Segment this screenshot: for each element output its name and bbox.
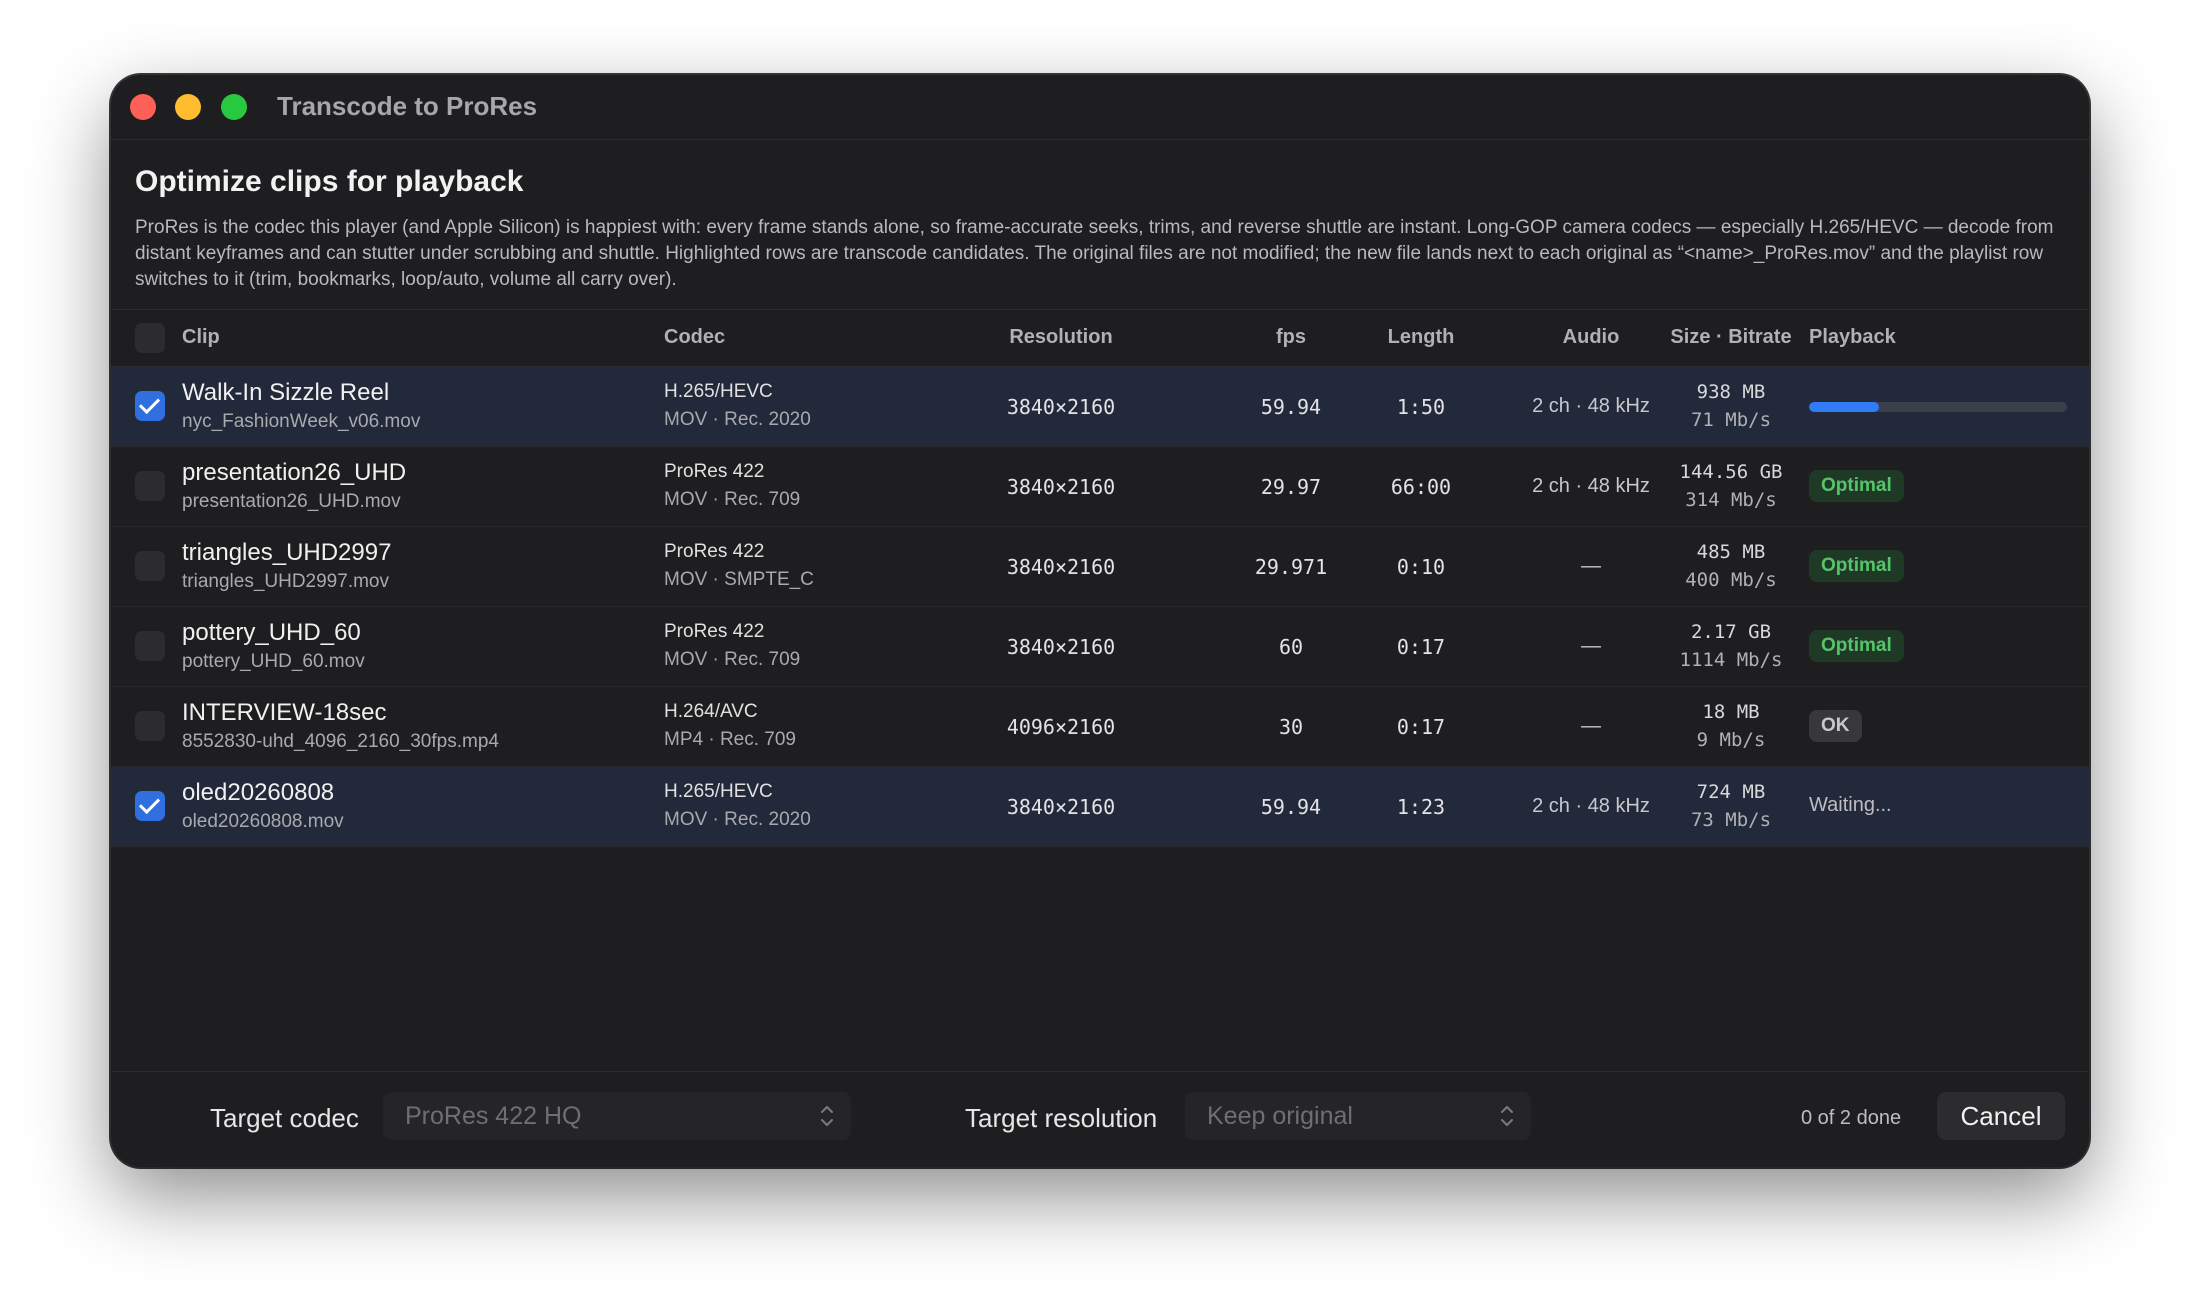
container-colorspace: MOV · Rec. 709 xyxy=(664,649,801,670)
clip-filename: oled20260808.mov xyxy=(182,811,344,832)
bitrate: 71 Mb/s xyxy=(1690,409,1772,431)
page-title: Optimize clips for playback xyxy=(135,165,524,198)
container-colorspace: MOV · Rec. 2020 xyxy=(664,409,811,430)
target-resolution-select[interactable]: Keep original xyxy=(1185,1092,1531,1140)
row-checkbox[interactable] xyxy=(135,711,165,741)
clip-name: Walk-In Sizzle Reel xyxy=(182,379,390,406)
dialog-header: Optimize clips for playback ProRes is th… xyxy=(135,165,2065,293)
resolution-value: 3840×2160 xyxy=(1006,635,1116,659)
column-header-codec[interactable]: Codec xyxy=(664,326,725,349)
optimal-badge: Optimal xyxy=(1809,470,1904,502)
table-row[interactable]: pottery_UHD_60 pottery_UHD_60.mov ProRes 4… xyxy=(111,607,2089,687)
column-header-resolution[interactable]: Resolution xyxy=(971,326,1151,349)
table-row[interactable]: Walk-In Sizzle Reel nyc_FashionWeek_v06.m… xyxy=(111,367,2089,447)
bitrate: 73 Mb/s xyxy=(1690,809,1772,831)
resolution-value: 3840×2160 xyxy=(1006,395,1116,419)
resolution-value: 3840×2160 xyxy=(1006,795,1116,819)
transcode-progress-bar xyxy=(1809,402,2067,412)
column-header-playback[interactable]: Playback xyxy=(1809,326,1896,349)
file-size: 2.17 GB xyxy=(1690,621,1772,643)
progress-status-text: 0 of 2 done xyxy=(1801,1107,1902,1129)
title-bar: Transcode to ProRes xyxy=(111,75,2089,140)
clip-name: oled20260808 xyxy=(182,779,335,806)
codec-name: ProRes 422 xyxy=(664,621,765,642)
table-body: Walk-In Sizzle Reel nyc_FashionWeek_v06.m… xyxy=(111,367,2089,847)
chevron-up-down-icon xyxy=(821,1106,833,1126)
clip-filename: pottery_UHD_60.mov xyxy=(182,651,365,672)
description-text: ProRes is the codec this player (and App… xyxy=(135,217,2054,290)
clip-table: Clip Codec Resolution fps Length Audio S… xyxy=(111,309,2089,847)
clip-filename: triangles_UHD2997.mov xyxy=(182,571,389,592)
optimal-badge: Optimal xyxy=(1809,550,1904,582)
codec-name: H.265/HEVC xyxy=(664,381,773,402)
table-row[interactable]: INTERVIEW-18sec 8552830-uhd_4096_2160_30f… xyxy=(111,687,2089,767)
codec-name: H.264/AVC xyxy=(664,701,758,722)
column-header-size-bitrate[interactable]: Size · Bitrate xyxy=(1631,326,1831,349)
row-checkbox[interactable] xyxy=(135,471,165,501)
row-checkbox[interactable] xyxy=(135,391,165,421)
table-row[interactable]: triangles_UHD2997 triangles_UHD2997.mov Pr… xyxy=(111,527,2089,607)
clip-filename: presentation26_UHD.mov xyxy=(182,491,401,512)
codec-name: H.265/HEVC xyxy=(664,781,773,802)
table-row[interactable]: presentation26_UHD presentation26_UHD.mov… xyxy=(111,447,2089,527)
footer-bar: Target codec ProRes 422 HQ Target resolu… xyxy=(111,1071,2089,1167)
column-header-clip[interactable]: Clip xyxy=(182,326,220,349)
bitrate: 1114 Mb/s xyxy=(1679,649,1783,671)
clip-filename: nyc_FashionWeek_v06.mov xyxy=(182,411,421,432)
container-colorspace: MOV · SMPTE_C xyxy=(664,569,814,590)
target-codec-label: Target codec xyxy=(210,1103,359,1133)
row-checkbox[interactable] xyxy=(135,791,165,821)
bitrate: 314 Mb/s xyxy=(1685,489,1777,511)
container-colorspace: MOV · Rec. 2020 xyxy=(664,809,811,830)
playback-status: Waiting... xyxy=(1809,794,1892,816)
file-size: 485 MB xyxy=(1696,541,1766,563)
bitrate: 9 Mb/s xyxy=(1696,729,1766,751)
clip-name: triangles_UHD2997 xyxy=(182,539,392,566)
resolution-value: 3840×2160 xyxy=(1006,555,1116,579)
row-checkbox[interactable] xyxy=(135,631,165,661)
file-size: 18 MB xyxy=(1702,701,1760,723)
table-row[interactable]: oled20260808 oled20260808.mov H.265/HEVC MO… xyxy=(111,767,2089,847)
container-colorspace: MP4 · Rec. 709 xyxy=(664,729,796,750)
file-size: 724 MB xyxy=(1696,781,1766,803)
table-header: Clip Codec Resolution fps Length Audio S… xyxy=(111,309,2089,367)
clip-filename: 8552830-uhd_4096_2160_30fps.mp4 xyxy=(182,731,499,752)
resolution-value: 4096×2160 xyxy=(1006,715,1116,739)
ok-badge: OK xyxy=(1809,710,1862,742)
window-title: Transcode to ProRes xyxy=(277,91,538,121)
file-size: 938 MB xyxy=(1696,381,1766,403)
container-colorspace: MOV · Rec. 709 xyxy=(664,489,801,510)
target-resolution-value: Keep original xyxy=(1207,1102,1353,1130)
codec-name: ProRes 422 xyxy=(664,461,765,482)
clip-name: INTERVIEW-18sec xyxy=(182,699,387,726)
cancel-button[interactable]: Cancel xyxy=(1937,1092,2065,1140)
optimal-badge: Optimal xyxy=(1809,630,1904,662)
select-all-checkbox[interactable] xyxy=(135,323,165,353)
transcode-window: Transcode to ProRes Optimize clips for p… xyxy=(111,75,2089,1167)
row-checkbox[interactable] xyxy=(135,551,165,581)
clip-name: pottery_UHD_60 xyxy=(182,619,361,646)
file-size: 144.56 GB xyxy=(1679,461,1783,483)
chevron-up-down-icon xyxy=(1501,1106,1513,1126)
minimize-window-button[interactable] xyxy=(175,94,201,120)
bitrate: 400 Mb/s xyxy=(1685,569,1777,591)
target-codec-select[interactable]: ProRes 422 HQ xyxy=(383,1092,851,1140)
resolution-value: 3840×2160 xyxy=(1006,475,1116,499)
zoom-window-button[interactable] xyxy=(221,94,247,120)
target-codec-value: ProRes 422 HQ xyxy=(405,1102,582,1130)
codec-name: ProRes 422 xyxy=(664,541,765,562)
clip-name: presentation26_UHD xyxy=(182,459,407,486)
close-window-button[interactable] xyxy=(130,94,156,120)
target-resolution-label: Target resolution xyxy=(965,1103,1158,1133)
progress-bar-fill xyxy=(1809,402,1879,412)
